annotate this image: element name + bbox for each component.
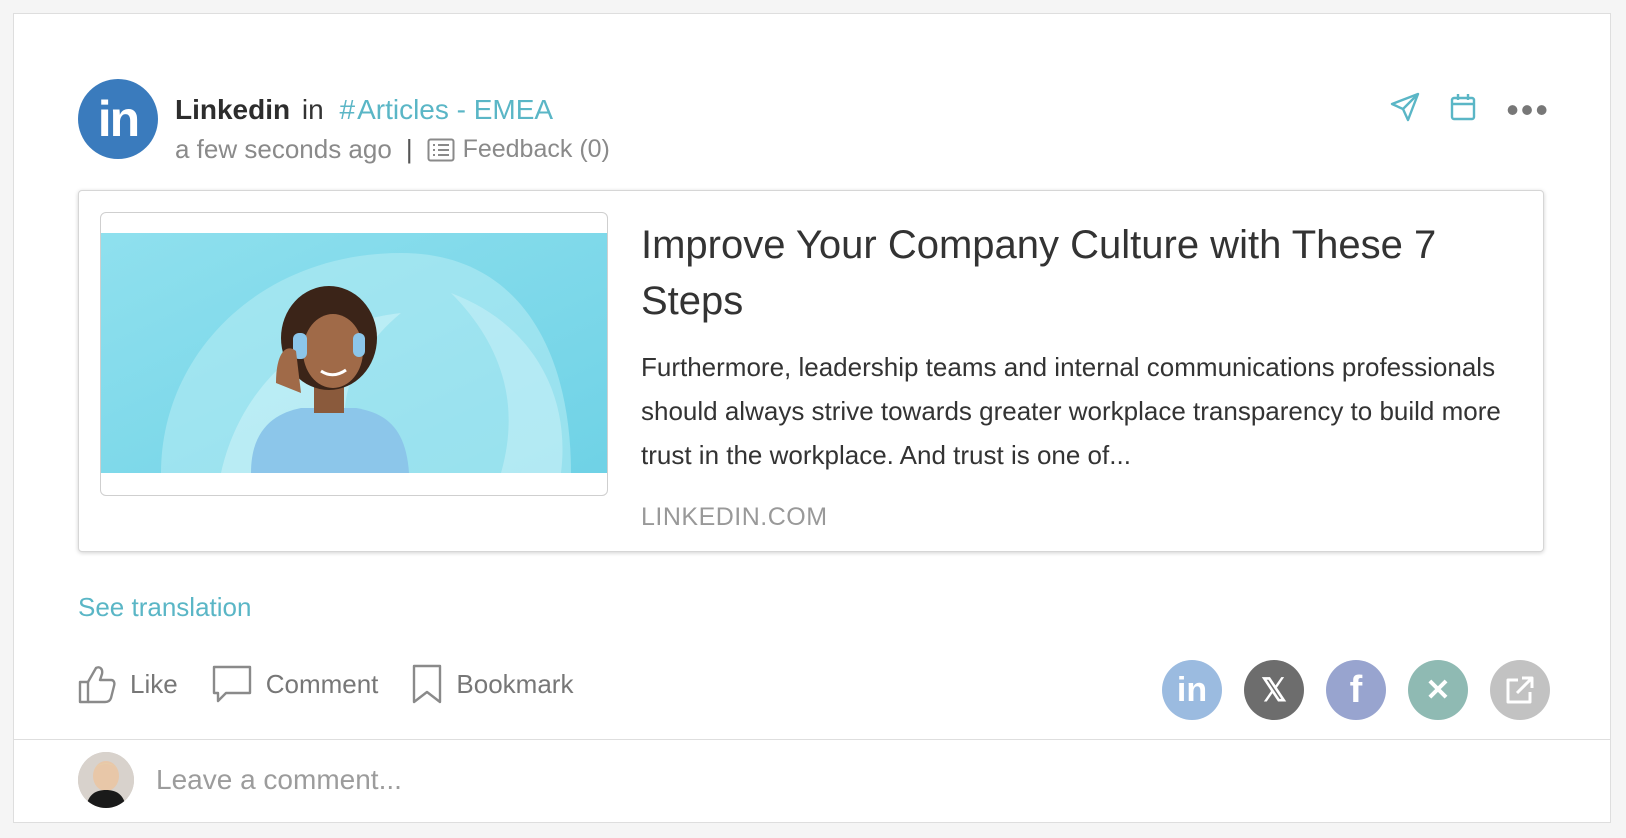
comment-bubble-icon [212, 665, 251, 703]
channel-link[interactable]: #Articles - EMEA [339, 94, 553, 125]
share-x-button[interactable]: 𝕏 [1244, 660, 1304, 720]
comment-row [78, 752, 858, 808]
header-actions: ••• [1390, 92, 1550, 128]
post-reactions: Like Comment Bookmark [78, 664, 607, 704]
comment-button[interactable]: Comment [212, 665, 379, 703]
channel-name: Articles - EMEA [357, 94, 554, 125]
post-card: in Linkedin in #Articles - EMEA a few se… [13, 13, 1611, 823]
article-thumbnail [100, 212, 608, 496]
x-icon: 𝕏 [1261, 672, 1287, 708]
user-avatar [78, 752, 134, 808]
hash-icon: # [339, 94, 356, 125]
author-name[interactable]: Linkedin [175, 94, 290, 125]
in-word: in [301, 94, 324, 125]
feedback-link[interactable]: Feedback (0) [427, 135, 610, 164]
send-icon[interactable] [1390, 92, 1420, 122]
article-title[interactable]: Improve Your Company Culture with These … [641, 217, 1521, 329]
facebook-icon: f [1349, 668, 1363, 711]
share-xing-button[interactable]: ✕ [1408, 660, 1468, 720]
calendar-icon[interactable] [1450, 93, 1476, 121]
share-linkedin-button[interactable]: in [1162, 660, 1222, 720]
article-image [101, 233, 607, 473]
external-share-icon [1506, 676, 1534, 704]
feedback-list-icon [427, 138, 455, 161]
post-timestamp: a few seconds ago [175, 134, 392, 164]
comment-divider [14, 739, 1610, 740]
meta-separator: | [405, 134, 413, 164]
article-domain: LINKEDIN.COM [641, 503, 828, 531]
author-line: Linkedin in #Articles - EMEA [175, 94, 553, 126]
see-translation-link[interactable]: See translation [78, 592, 251, 623]
comment-label: Comment [265, 668, 379, 699]
linkedin-icon: in [1176, 670, 1208, 709]
more-options-icon[interactable]: ••• [1506, 92, 1550, 128]
like-label: Like [130, 668, 178, 699]
comment-input[interactable] [154, 763, 858, 797]
like-button[interactable]: Like [78, 664, 178, 704]
bookmark-icon [413, 664, 442, 704]
article-description: Furthermore, leadership teams and intern… [641, 352, 1501, 470]
bookmark-label: Bookmark [456, 668, 574, 699]
linkedin-logo-avatar[interactable]: in [78, 79, 158, 159]
share-buttons: in 𝕏 f ✕ [1162, 660, 1550, 720]
share-external-button[interactable] [1490, 660, 1550, 720]
share-facebook-button[interactable]: f [1326, 660, 1386, 720]
linkedin-avatar-glyph: in [97, 91, 140, 147]
article-preview-card[interactable]: Improve Your Company Culture with These … [78, 190, 1544, 552]
post-meta: a few seconds ago | Feedback (0) [175, 134, 610, 165]
bookmark-button[interactable]: Bookmark [412, 664, 573, 704]
thumbs-up-icon [78, 666, 116, 704]
feedback-label: Feedback (0) [462, 135, 610, 163]
xing-icon: ✕ [1425, 673, 1451, 707]
